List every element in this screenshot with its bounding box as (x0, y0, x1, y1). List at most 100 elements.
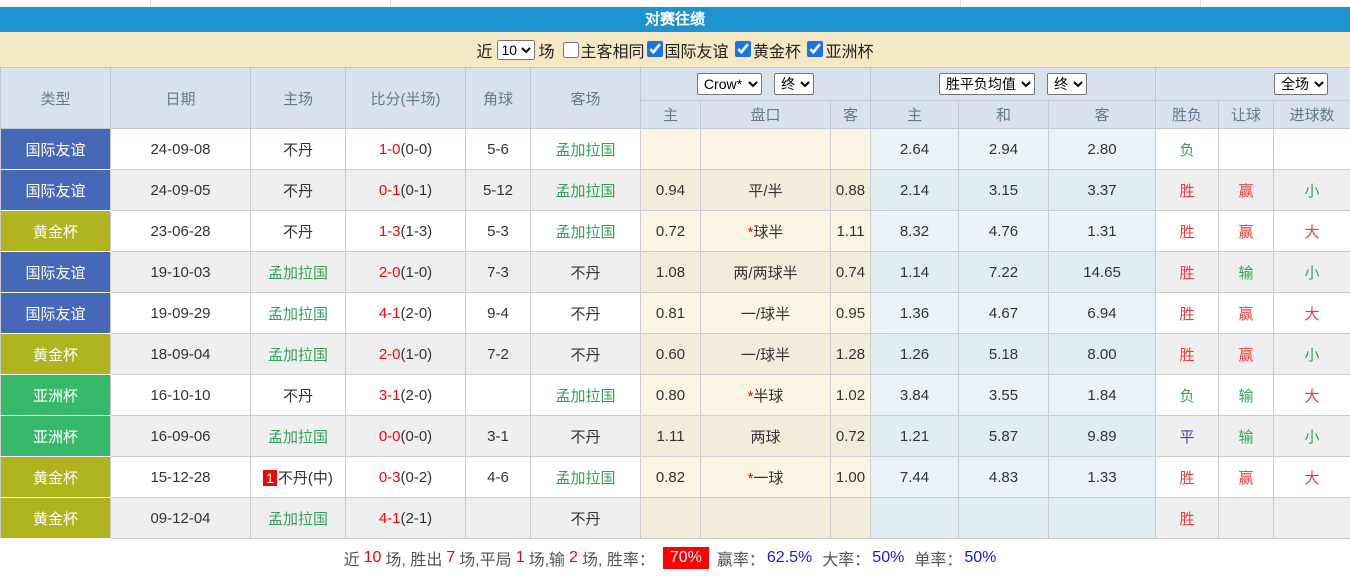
away-team: 不丹 (570, 265, 600, 282)
match-row: 亚洲杯 16-10-10 不丹 3-1(2-0) 孟加拉国 0.80 *半球 1… (1, 375, 1350, 416)
same-venue-label: 主客相同 (581, 38, 645, 62)
ah-line-text: 平/半 (748, 183, 782, 200)
same-venue-checkbox[interactable] (563, 42, 579, 58)
col-header-corner: 角球 (466, 68, 531, 129)
ah-line-cell (701, 498, 831, 539)
date-cell: 16-10-10 (111, 375, 251, 416)
competition-checkbox-goldcup[interactable] (735, 41, 751, 57)
ah-line-cell: 两球 (701, 416, 831, 457)
filter-bar: 近 10 场 主客相同 国际友谊 黄金杯 亚洲杯 (0, 32, 1350, 67)
odds-away-cell: 3.37 (1049, 170, 1156, 211)
away-team: 不丹 (570, 347, 600, 364)
handicap-result-cell: 输 (1219, 252, 1274, 293)
handicap-time-select[interactable]: 终 (774, 73, 814, 95)
goals-result-cell (1274, 498, 1350, 539)
ah-line-cell: *球半 (701, 211, 831, 252)
top-strip (0, 0, 1350, 7)
history-table-body: 国际友谊 24-09-08 不丹 1-0(0-0) 5-6 孟加拉国 2.64 … (1, 129, 1350, 539)
result-cell: 平 (1156, 416, 1219, 457)
halftime-score: (0-1) (401, 182, 433, 199)
scope-select[interactable]: 全场 (1274, 73, 1328, 95)
away-team: 孟加拉国 (555, 142, 615, 159)
fulltime-score: 4-1 (379, 510, 401, 527)
ah-line-text: 一球 (753, 470, 783, 487)
home-cell: 不丹 (251, 129, 346, 170)
odds-home-cell: 2.14 (871, 170, 959, 211)
odds-group-header: 胜平负均值 终 (871, 68, 1156, 101)
win-odds-label: 赢率： (717, 546, 765, 570)
result-cell: 胜 (1156, 211, 1219, 252)
match-row: 黄金杯 18-09-04 孟加拉国 2-0(1-0) 7-2 不丹 0.60 一… (1, 334, 1350, 375)
ah-home-odds-cell: 0.82 (641, 457, 701, 498)
handicap-result-cell: 赢 (1219, 457, 1274, 498)
halftime-score: (2-1) (401, 510, 433, 527)
halftime-score: (0-2) (401, 469, 433, 486)
subcol-odds-away: 客 (1049, 101, 1156, 129)
fulltime-score: 0-0 (379, 428, 401, 445)
ah-home-odds-cell (641, 129, 701, 170)
odds-draw-cell: 4.76 (959, 211, 1049, 252)
ah-line-text: 两球 (750, 429, 780, 446)
date-cell: 16-09-06 (111, 416, 251, 457)
handicap-group-header: Crow* 终 (641, 68, 871, 101)
result-cell: 胜 (1156, 170, 1219, 211)
competition-label-asiancup: 亚洲杯 (825, 44, 873, 61)
match-row: 亚洲杯 16-09-06 孟加拉国 0-0(0-0) 3-1 不丹 1.11 两… (1, 416, 1350, 457)
ah-line-text: 半球 (753, 388, 783, 405)
odds-draw-cell: 5.18 (959, 334, 1049, 375)
score-cell: 4-1(2-1) (346, 498, 466, 539)
handicap-result-cell: 赢 (1219, 293, 1274, 334)
summary-text: 场, 胜率： (582, 546, 655, 570)
odds-away-cell: 2.80 (1049, 129, 1156, 170)
ah-line-cell: 一/球半 (701, 334, 831, 375)
competition-label-friendly: 国际友谊 (665, 44, 729, 61)
competition-label-goldcup: 黄金杯 (753, 44, 801, 61)
ah-line-cell: *一球 (701, 457, 831, 498)
goals-result-cell: 大 (1274, 457, 1350, 498)
ah-away-odds-cell: 1.11 (831, 211, 871, 252)
ah-home-odds-cell (641, 498, 701, 539)
odds-type-select[interactable]: 胜平负均值 (939, 73, 1035, 95)
subcol-result: 胜负 (1156, 101, 1219, 129)
home-team: 不丹(中) (278, 470, 333, 487)
halftime-score: (1-0) (401, 264, 433, 281)
odds-home-cell: 1.14 (871, 252, 959, 293)
home-cell: 孟加拉国 (251, 293, 346, 334)
subcol-ah-line: 盘口 (701, 101, 831, 129)
match-row: 国际友谊 24-09-05 不丹 0-1(0-1) 5-12 孟加拉国 0.94… (1, 170, 1350, 211)
ah-line-cell (701, 129, 831, 170)
type-cell: 国际友谊 (1, 252, 111, 293)
odds-home-cell: 1.21 (871, 416, 959, 457)
home-team: 不丹 (283, 388, 313, 405)
match-row: 黄金杯 23-06-28 不丹 1-3(1-3) 5-3 孟加拉国 0.72 *… (1, 211, 1350, 252)
date-cell: 24-09-05 (111, 170, 251, 211)
odds-time-select[interactable]: 终 (1047, 73, 1087, 95)
goals-result-cell: 小 (1274, 416, 1350, 457)
score-cell: 1-0(0-0) (346, 129, 466, 170)
odds-away-cell (1049, 498, 1156, 539)
ah-home-odds-cell: 1.08 (641, 252, 701, 293)
handicap-result-cell: 赢 (1219, 211, 1274, 252)
goals-result-cell: 小 (1274, 252, 1350, 293)
home-cell: 不丹 (251, 170, 346, 211)
col-header-type: 类型 (1, 68, 111, 129)
halftime-score: (0-0) (401, 428, 433, 445)
odds-home-cell: 2.64 (871, 129, 959, 170)
result-cell: 负 (1156, 129, 1219, 170)
goals-result-cell: 大 (1274, 211, 1350, 252)
ah-line-text: 两/两球半 (733, 265, 797, 282)
competition-checkbox-asiancup[interactable] (807, 41, 823, 57)
recent-count-select[interactable]: 10 (497, 40, 535, 60)
summary-line: 近 10 场, 胜出 7 场,平局 1 场,输 2 场, 胜率： 70% 赢率：… (0, 539, 1350, 576)
halftime-score: (0-0) (401, 141, 433, 158)
away-team: 不丹 (570, 306, 600, 323)
odds-draw-cell: 5.87 (959, 416, 1049, 457)
col-header-date: 日期 (111, 68, 251, 129)
ah-home-odds-cell: 0.72 (641, 211, 701, 252)
handicap-result-cell (1219, 498, 1274, 539)
bookmaker-select[interactable]: Crow* (697, 73, 762, 95)
home-team: 不丹 (283, 142, 313, 159)
date-cell: 15-12-28 (111, 457, 251, 498)
competition-checkbox-friendly[interactable] (647, 41, 663, 57)
date-cell: 18-09-04 (111, 334, 251, 375)
